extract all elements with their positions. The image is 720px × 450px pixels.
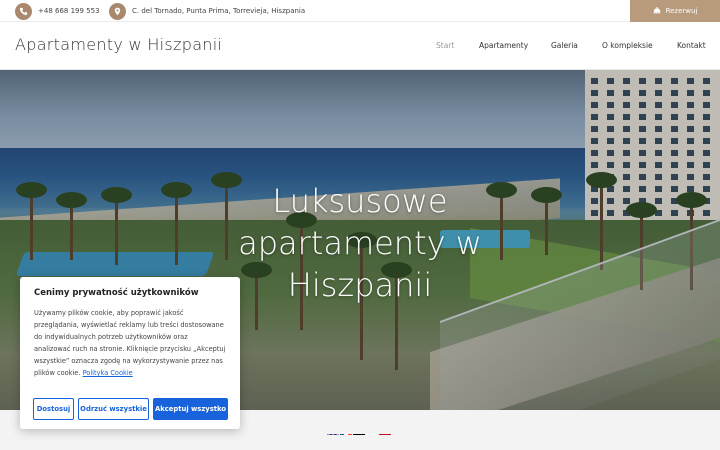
map-pin-icon [109, 2, 126, 20]
nav-apartamenty[interactable]: Apartamenty [479, 41, 528, 50]
site-logo[interactable]: Apartamenty w Hiszpanii [15, 35, 222, 54]
customize-button[interactable]: Dostosuj [33, 398, 74, 420]
address-text: C. del Tornado, Punta Prima, Torrevieja,… [132, 7, 306, 15]
cookie-title: Cenimy prywatność użytkowników [34, 288, 199, 298]
site-header: Apartamenty w Hiszpanii Start Apartament… [0, 22, 720, 70]
hero-title-line: apartamenty w [238, 224, 482, 262]
hero-title-line: Luksusowe [272, 182, 448, 220]
pl-flag-icon[interactable] [366, 427, 378, 435]
es-flag-icon[interactable] [379, 427, 391, 435]
en-flag-icon[interactable] [327, 427, 339, 435]
cookie-consent-dialog: Cenimy prywatność użytkowników Używamy p… [20, 277, 240, 429]
bell-icon [653, 6, 661, 16]
cookie-text: Używamy plików cookie, aby poprawić jako… [34, 309, 226, 377]
top-bar: +48 668 199 553 C. del Tornado, Punta Pr… [0, 0, 720, 22]
address-contact: C. del Tornado, Punta Prima, Torrevieja,… [109, 1, 305, 21]
nav-o-kompleksie[interactable]: O kompleksie [602, 41, 653, 50]
nav-galeria[interactable]: Galeria [551, 41, 578, 50]
phone-number: +48 668 199 553 [38, 7, 100, 15]
reject-all-button[interactable]: Odrzuć wszystkie [78, 398, 149, 420]
reserve-button[interactable]: Rezerwuj [630, 0, 720, 22]
accept-all-button[interactable]: Akceptuj wszystko [153, 398, 228, 420]
cookie-buttons: Dostosuj Odrzuć wszystkie Akceptuj wszys… [33, 398, 228, 420]
phone-icon [15, 2, 32, 20]
nav-kontakt[interactable]: Kontakt [677, 41, 706, 50]
phone-contact[interactable]: +48 668 199 553 [15, 1, 100, 21]
cookie-policy-link[interactable]: Polityka Cookie [83, 369, 133, 377]
hero-title-line: Hiszpanii [287, 266, 433, 304]
language-switcher [327, 427, 391, 435]
cookie-description: Używamy plików cookie, aby poprawić jako… [34, 307, 226, 379]
reserve-label: Rezerwuj [665, 7, 698, 15]
de-flag-icon[interactable] [353, 427, 365, 435]
fr-flag-icon[interactable] [340, 427, 352, 435]
hero-title: Luksusowe apartamenty w Hiszpanii [230, 180, 490, 306]
nav-start[interactable]: Start [436, 41, 454, 50]
